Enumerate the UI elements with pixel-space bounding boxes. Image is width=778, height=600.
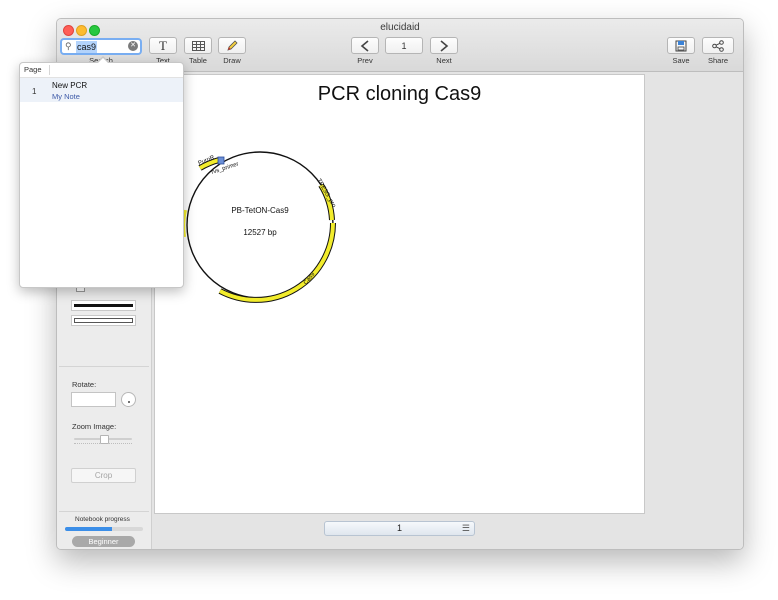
pager-value: 1 bbox=[396, 523, 402, 533]
level-label: Beginner bbox=[88, 537, 119, 546]
result-title: New PCR bbox=[52, 81, 88, 90]
next-page-button[interactable] bbox=[430, 37, 458, 54]
crop-button[interactable]: Crop bbox=[71, 468, 136, 483]
next-page[interactable]: Next bbox=[430, 37, 458, 65]
result-page-number: 1 bbox=[32, 87, 37, 96]
share[interactable]: Share bbox=[702, 37, 734, 65]
table-tool-button[interactable] bbox=[184, 37, 212, 54]
page-number-field[interactable]: 1 bbox=[385, 37, 423, 54]
save-label: Save bbox=[672, 56, 690, 65]
draw-tool[interactable]: Draw bbox=[218, 37, 246, 65]
text-tool[interactable]: T Text bbox=[149, 37, 177, 65]
share-button[interactable] bbox=[702, 37, 734, 54]
prev-page-button[interactable] bbox=[351, 37, 379, 54]
zoom-image-label: Zoom Image: bbox=[72, 422, 117, 431]
draw-tool-button[interactable] bbox=[218, 37, 246, 54]
notebook-progress-fill bbox=[65, 527, 112, 531]
share-label: Share bbox=[707, 56, 728, 65]
search-icon: ⚲ bbox=[65, 41, 72, 51]
results-column-page: Page bbox=[24, 65, 42, 74]
line-style-thick[interactable] bbox=[71, 300, 136, 311]
pencil-icon bbox=[227, 39, 238, 51]
search-results-popover: Page 1 New PCR My Note bbox=[19, 56, 184, 288]
line-style-double[interactable] bbox=[71, 315, 136, 326]
text-icon: T bbox=[159, 37, 167, 53]
save-icon bbox=[675, 40, 687, 51]
draw-label: Draw bbox=[223, 56, 241, 65]
sidebar-separator-bottom bbox=[59, 511, 149, 512]
chevron-right-icon bbox=[440, 39, 449, 52]
rotate-input[interactable] bbox=[71, 392, 116, 407]
list-icon[interactable]: ☰ bbox=[462, 522, 470, 535]
share-icon bbox=[712, 39, 724, 52]
window-title: elucidaid bbox=[380, 22, 420, 33]
save[interactable]: Save bbox=[667, 37, 695, 65]
zoom-slider[interactable] bbox=[74, 435, 132, 445]
notebook-progress-bar bbox=[65, 527, 143, 531]
notebook-page[interactable]: PCR cloning Cas9 PuroR rvs_primer TRE3G_… bbox=[154, 74, 645, 514]
plasmid-name: PB-TetON-Cas9 bbox=[231, 206, 289, 215]
save-button[interactable] bbox=[667, 37, 695, 54]
search-query[interactable]: cas9 bbox=[76, 41, 98, 53]
page-number-box[interactable]: 1 bbox=[385, 37, 423, 54]
plasmid-size: 12527 bp bbox=[243, 228, 277, 237]
feature-label-tre3g-pro: TRE3G_pro bbox=[315, 178, 337, 209]
chevron-left-icon bbox=[360, 39, 369, 52]
search-result-row[interactable]: 1 New PCR My Note bbox=[20, 78, 183, 102]
table-label: Table bbox=[189, 56, 207, 65]
zoom-slider-thumb[interactable] bbox=[100, 435, 109, 444]
results-header: Page bbox=[20, 63, 183, 78]
result-note: My Note bbox=[52, 92, 80, 101]
crop-label: Crop bbox=[94, 471, 113, 480]
prev-page[interactable]: Prev bbox=[351, 37, 379, 65]
next-label: Next bbox=[436, 56, 452, 65]
rotate-dial[interactable] bbox=[121, 392, 136, 407]
page-pager[interactable]: 1 ☰ bbox=[324, 521, 475, 536]
clear-search-icon[interactable]: ✕ bbox=[128, 41, 138, 51]
primer-marker[interactable] bbox=[217, 156, 225, 165]
table-tool[interactable]: Table bbox=[184, 37, 212, 65]
sidebar-separator bbox=[59, 366, 149, 367]
prev-label: Prev bbox=[357, 56, 373, 65]
level-badge: Beginner bbox=[72, 536, 135, 547]
notebook-progress-label: Notebook progress bbox=[75, 516, 130, 523]
text-tool-button[interactable]: T bbox=[149, 37, 177, 54]
table-icon bbox=[191, 40, 205, 51]
rotate-label: Rotate: bbox=[72, 380, 97, 389]
search-input[interactable]: ⚲ cas9 ✕ bbox=[60, 38, 142, 55]
plasmid-map[interactable]: PuroR rvs_primer TRE3G_pro Cas9 PB-TetON… bbox=[155, 75, 455, 315]
